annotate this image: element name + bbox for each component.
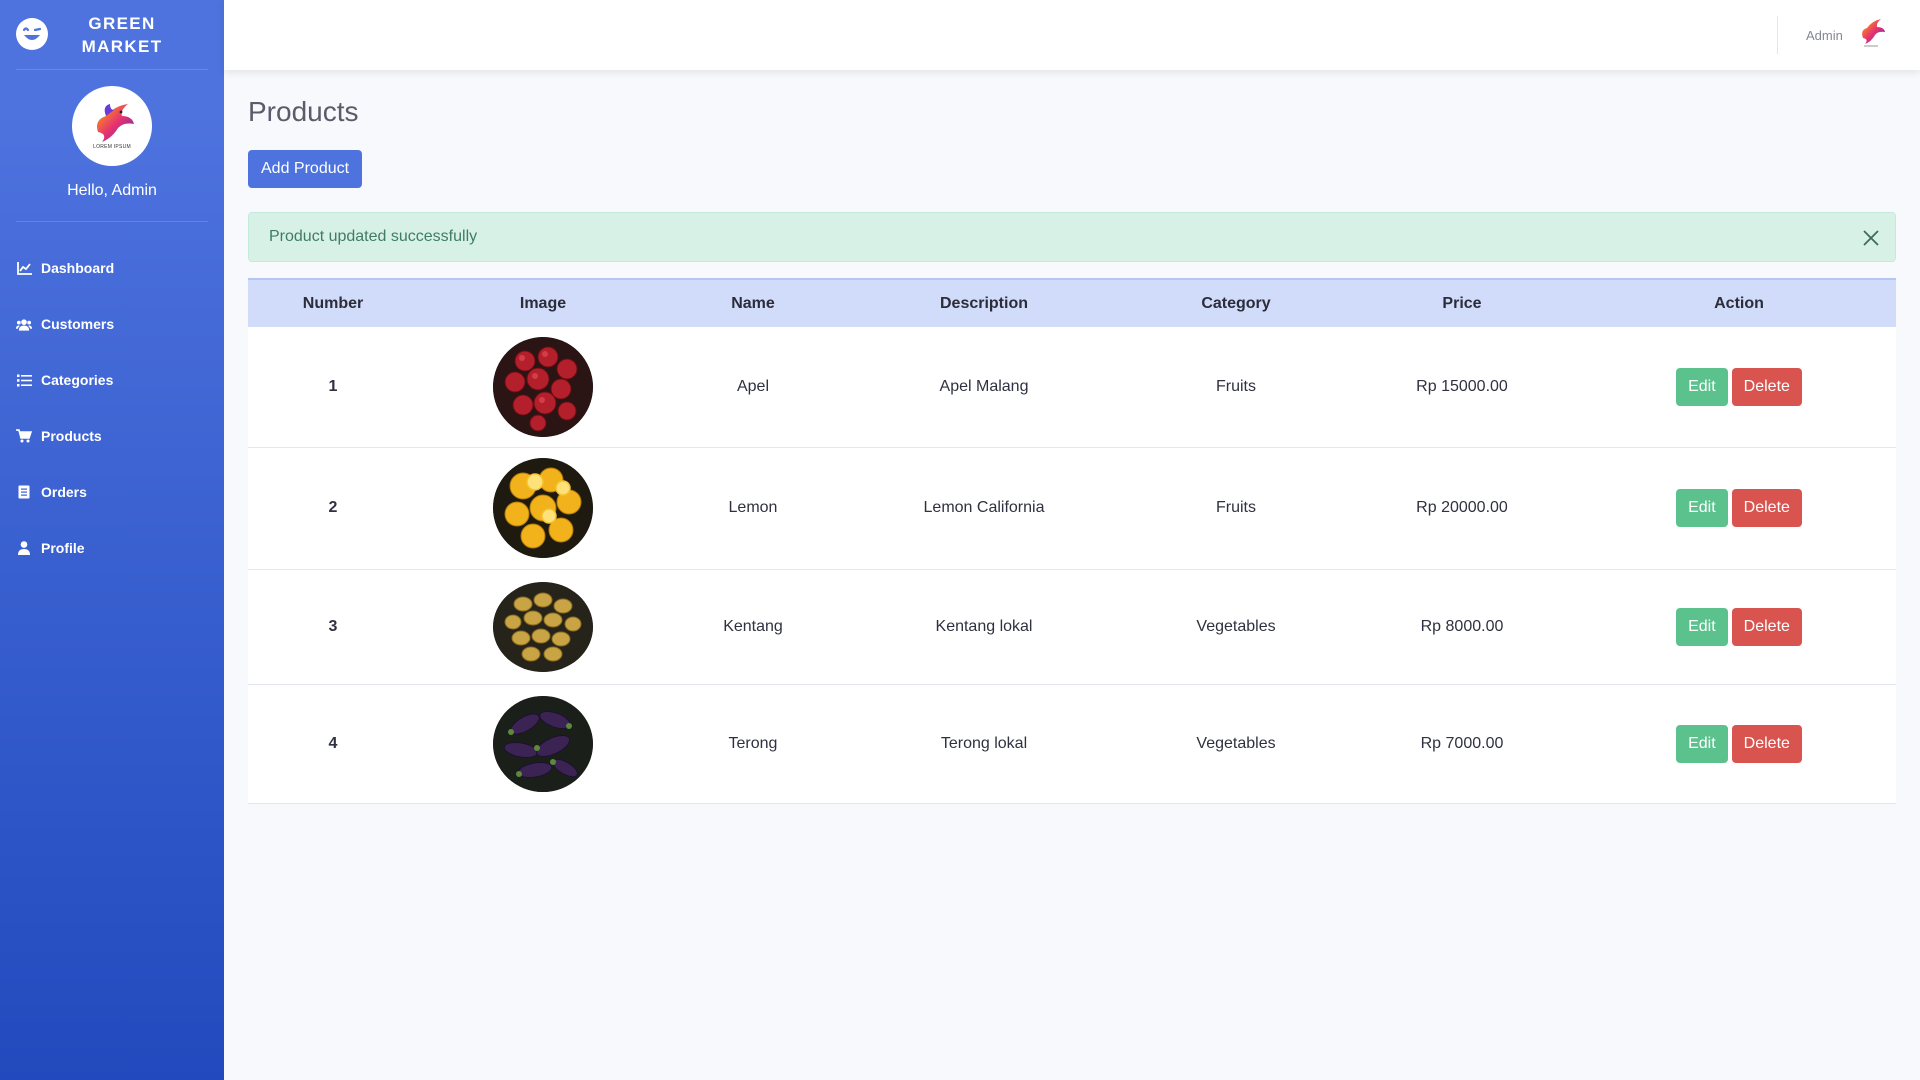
delete-button[interactable]: Delete bbox=[1731, 367, 1802, 406]
delete-button[interactable]: Delete bbox=[1731, 489, 1802, 527]
brand-name: GREEN MARKET bbox=[82, 12, 163, 58]
row-number: 2 bbox=[248, 447, 418, 570]
row-name: Lemon bbox=[668, 447, 838, 570]
row-number: 1 bbox=[248, 327, 418, 448]
table-row: 4 Terong Terong lokal Vegetables Rp 7000… bbox=[248, 684, 1896, 804]
image-cell bbox=[418, 327, 668, 448]
main-content: Products Add Product Product updated suc… bbox=[248, 70, 1896, 804]
header-image: Image bbox=[519, 294, 567, 312]
row-actions: Edit Delete bbox=[1582, 327, 1896, 448]
edit-button[interactable]: Edit bbox=[1676, 607, 1728, 646]
row-description: Terong lokal bbox=[838, 684, 1130, 804]
sidebar-item-label: Orders bbox=[41, 484, 87, 500]
row-price: Rp 15000.00 bbox=[1342, 327, 1582, 448]
page-title: Products bbox=[248, 96, 359, 127]
sidebar-item-label: Profile bbox=[41, 540, 85, 556]
success-alert: Product updated successfully bbox=[248, 212, 1896, 262]
delete-button[interactable]: Delete bbox=[1731, 724, 1802, 763]
sidebar-item-dashboard[interactable]: Dashboard bbox=[0, 240, 224, 296]
greeting: Hello, Admin bbox=[67, 182, 157, 199]
row-category: Vegetables bbox=[1130, 569, 1342, 685]
bird-logo-icon bbox=[97, 104, 134, 142]
sidebar-brand[interactable]: GREEN MARKET bbox=[16, 0, 208, 70]
image-cell bbox=[418, 569, 668, 685]
row-price: Rp 20000.00 bbox=[1342, 447, 1582, 570]
brand-name-line2: MARKET bbox=[81, 36, 163, 56]
avatar: LOREM IPSUM bbox=[72, 86, 152, 166]
users-icon bbox=[16, 316, 32, 332]
product-image-lemons bbox=[493, 458, 593, 558]
edit-button[interactable]: Edit bbox=[1676, 367, 1728, 406]
row-name: Terong bbox=[668, 684, 838, 804]
header-price: Price bbox=[1442, 294, 1482, 312]
add-product-button[interactable]: Add Product bbox=[248, 150, 363, 188]
topbar-divider bbox=[1777, 16, 1778, 54]
header-name: Name bbox=[731, 294, 775, 312]
row-category: Fruits bbox=[1130, 327, 1342, 448]
sidebar-item-label: Categories bbox=[41, 372, 114, 388]
row-actions: Edit Delete bbox=[1582, 447, 1896, 570]
row-price: Rp 8000.00 bbox=[1342, 569, 1582, 685]
product-image-eggplants bbox=[493, 695, 593, 792]
chart-line-icon bbox=[16, 260, 32, 276]
row-number: 3 bbox=[248, 569, 418, 685]
user-avatar-icon bbox=[1857, 18, 1885, 53]
list-icon bbox=[16, 372, 32, 388]
row-name: Apel bbox=[668, 327, 838, 448]
sidebar-item-orders[interactable]: Orders bbox=[0, 464, 224, 520]
sidebar-item-categories[interactable]: Categories bbox=[0, 352, 224, 408]
sidebar-item-label: Customers bbox=[41, 316, 115, 332]
row-description: Lemon California bbox=[838, 447, 1130, 570]
row-description: Apel Malang bbox=[838, 327, 1130, 448]
image-cell bbox=[418, 447, 668, 570]
header-number: Number bbox=[302, 294, 364, 312]
cart-icon bbox=[16, 428, 32, 444]
header-action: Action bbox=[1714, 294, 1764, 312]
row-description: Kentang lokal bbox=[838, 569, 1130, 685]
user-icon bbox=[16, 540, 32, 556]
alert-message: Product updated successfully bbox=[269, 228, 478, 245]
table-row: 1 Apel Apel Malang Fruits Rp 15000.00 Ed… bbox=[248, 327, 1896, 448]
sidebar-nav: Dashboard Customers Categories Products … bbox=[0, 240, 224, 576]
user-menu[interactable]: Admin bbox=[1806, 0, 1885, 70]
row-actions: Edit Delete bbox=[1582, 684, 1896, 804]
header-description: Description bbox=[939, 294, 1028, 312]
topbar: Admin bbox=[224, 0, 1920, 70]
sidebar-item-label: Products bbox=[41, 428, 102, 444]
image-cell bbox=[418, 684, 668, 804]
sidebar-item-label: Dashboard bbox=[41, 260, 115, 276]
product-image-apples bbox=[493, 336, 593, 437]
laugh-wink-icon bbox=[16, 18, 48, 50]
table-row: 2 Lemon Lemon California Fruits Rp 20000… bbox=[248, 447, 1896, 570]
sidebar-item-customers[interactable]: Customers bbox=[0, 296, 224, 352]
row-category: Fruits bbox=[1130, 447, 1342, 570]
row-number: 4 bbox=[248, 684, 418, 804]
sidebar-profile: LOREM IPSUM Hello, Admin bbox=[16, 70, 208, 222]
row-price: Rp 7000.00 bbox=[1342, 684, 1582, 804]
brand-name-line1: GREEN bbox=[88, 13, 156, 33]
row-actions: Edit Delete bbox=[1582, 569, 1896, 685]
row-name: Kentang bbox=[668, 569, 838, 685]
sidebar: GREEN MARKET LOREM IPSUM Hello, Admin Da… bbox=[0, 0, 224, 1080]
row-category: Vegetables bbox=[1130, 684, 1342, 804]
products-table: Number Image Name Description Category P… bbox=[248, 278, 1896, 804]
sidebar-item-profile[interactable]: Profile bbox=[0, 520, 224, 576]
edit-button[interactable]: Edit bbox=[1676, 724, 1728, 763]
product-image-potatoes bbox=[493, 581, 593, 672]
sidebar-item-products[interactable]: Products bbox=[0, 408, 224, 464]
user-name: Admin bbox=[1806, 27, 1843, 43]
receipt-icon bbox=[16, 484, 32, 500]
edit-button[interactable]: Edit bbox=[1676, 489, 1728, 527]
avatar-caption: LOREM IPSUM bbox=[93, 144, 131, 150]
table-row: 3 Kentang Kentang lokal Vegetables Rp 80… bbox=[248, 569, 1896, 685]
delete-button[interactable]: Delete bbox=[1731, 607, 1802, 646]
header-category: Category bbox=[1201, 294, 1271, 312]
table-header-row: Number Image Name Description Category P… bbox=[248, 279, 1896, 327]
close-icon[interactable] bbox=[1861, 228, 1881, 248]
